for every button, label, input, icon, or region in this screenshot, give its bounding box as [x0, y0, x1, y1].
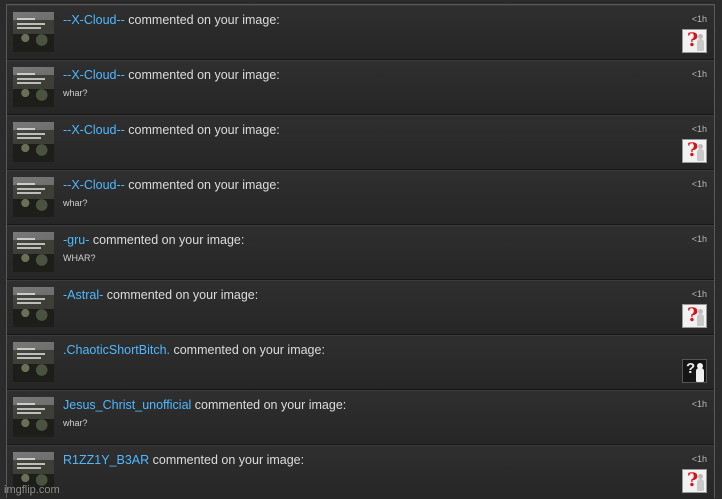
username-link[interactable]: --X-Cloud-- — [63, 123, 125, 137]
notification-row[interactable]: --X-Cloud-- commented on your image: wha… — [7, 170, 714, 225]
action-text: commented on your image: — [89, 233, 245, 247]
timestamp: <1h — [691, 14, 707, 24]
post-thumbnail[interactable] — [13, 67, 54, 107]
notification-headline: R1ZZ1Y_B3AR commented on your image: — [63, 453, 304, 467]
notification-row[interactable]: -gru- commented on your image: WHAR? <1h — [7, 225, 714, 280]
comment-text: whar? — [63, 418, 88, 428]
notification-row[interactable]: .ChaoticShortBitch. commented on your im… — [7, 335, 714, 390]
notification-headline: -Astral- commented on your image: — [63, 288, 258, 302]
username-link[interactable]: R1ZZ1Y_B3AR — [63, 453, 149, 467]
notification-headline: --X-Cloud-- commented on your image: — [63, 68, 280, 82]
notification-row[interactable]: -Astral- commented on your image: <1h ? — [7, 280, 714, 335]
action-text: commented on your image: — [191, 398, 347, 412]
comment-image-preview[interactable]: ? — [682, 359, 707, 383]
question-mark-icon: ? — [686, 360, 696, 377]
notification-headline: --X-Cloud-- commented on your image: — [63, 178, 280, 192]
action-text: commented on your image: — [103, 288, 259, 302]
comment-image-preview[interactable]: ? — [682, 139, 707, 163]
comment-image-preview[interactable]: ? — [682, 29, 707, 53]
notification-headline: Jesus_Christ_unofficial commented on you… — [63, 398, 346, 412]
action-text: commented on your image: — [149, 453, 305, 467]
timestamp: <1h — [691, 454, 707, 464]
comment-text: whar? — [63, 198, 88, 208]
timestamp: <1h — [691, 234, 707, 244]
comment-image-preview[interactable]: ? — [682, 304, 707, 328]
notification-row[interactable]: R1ZZ1Y_B3AR commented on your image: <1h… — [7, 445, 714, 499]
action-text: commented on your image: — [124, 178, 280, 192]
notification-headline: .ChaoticShortBitch. commented on your im… — [63, 343, 325, 357]
post-thumbnail[interactable] — [13, 287, 54, 327]
action-text: commented on your image: — [124, 13, 280, 27]
post-thumbnail[interactable] — [13, 232, 54, 272]
post-thumbnail[interactable] — [13, 12, 54, 52]
notification-list: --X-Cloud-- commented on your image: <1h… — [6, 4, 715, 499]
notification-headline: -gru- commented on your image: — [63, 233, 244, 247]
username-link[interactable]: --X-Cloud-- — [63, 13, 125, 27]
username-link[interactable]: --X-Cloud-- — [63, 68, 125, 82]
timestamp: <1h — [691, 124, 707, 134]
timestamp: <1h — [691, 69, 707, 79]
timestamp: <1h — [691, 399, 707, 409]
post-thumbnail[interactable] — [13, 342, 54, 382]
action-text: commented on your image: — [124, 123, 280, 137]
comment-text: whar? — [63, 88, 88, 98]
comment-image-preview[interactable]: ? — [682, 469, 707, 493]
post-thumbnail[interactable] — [13, 122, 54, 162]
notification-headline: --X-Cloud-- commented on your image: — [63, 123, 280, 137]
username-link[interactable]: -Astral- — [63, 288, 103, 302]
action-text: commented on your image: — [170, 343, 325, 357]
notification-headline: --X-Cloud-- commented on your image: — [63, 13, 280, 27]
imgflip-watermark: imgflip.com — [4, 484, 60, 496]
action-text: commented on your image: — [124, 68, 280, 82]
post-thumbnail[interactable] — [13, 397, 54, 437]
timestamp: <1h — [691, 289, 707, 299]
username-link[interactable]: --X-Cloud-- — [63, 178, 125, 192]
timestamp: <1h — [691, 179, 707, 189]
post-thumbnail[interactable] — [13, 177, 54, 217]
notification-row[interactable]: --X-Cloud-- commented on your image: <1h… — [7, 115, 714, 170]
username-link[interactable]: -gru- — [63, 233, 89, 247]
notification-row[interactable]: --X-Cloud-- commented on your image: <1h… — [7, 5, 714, 60]
notification-row[interactable]: --X-Cloud-- commented on your image: wha… — [7, 60, 714, 115]
username-link[interactable]: .ChaoticShortBitch. — [63, 343, 170, 357]
username-link[interactable]: Jesus_Christ_unofficial — [63, 398, 191, 412]
notification-row[interactable]: Jesus_Christ_unofficial commented on you… — [7, 390, 714, 445]
comment-text: WHAR? — [63, 253, 96, 263]
